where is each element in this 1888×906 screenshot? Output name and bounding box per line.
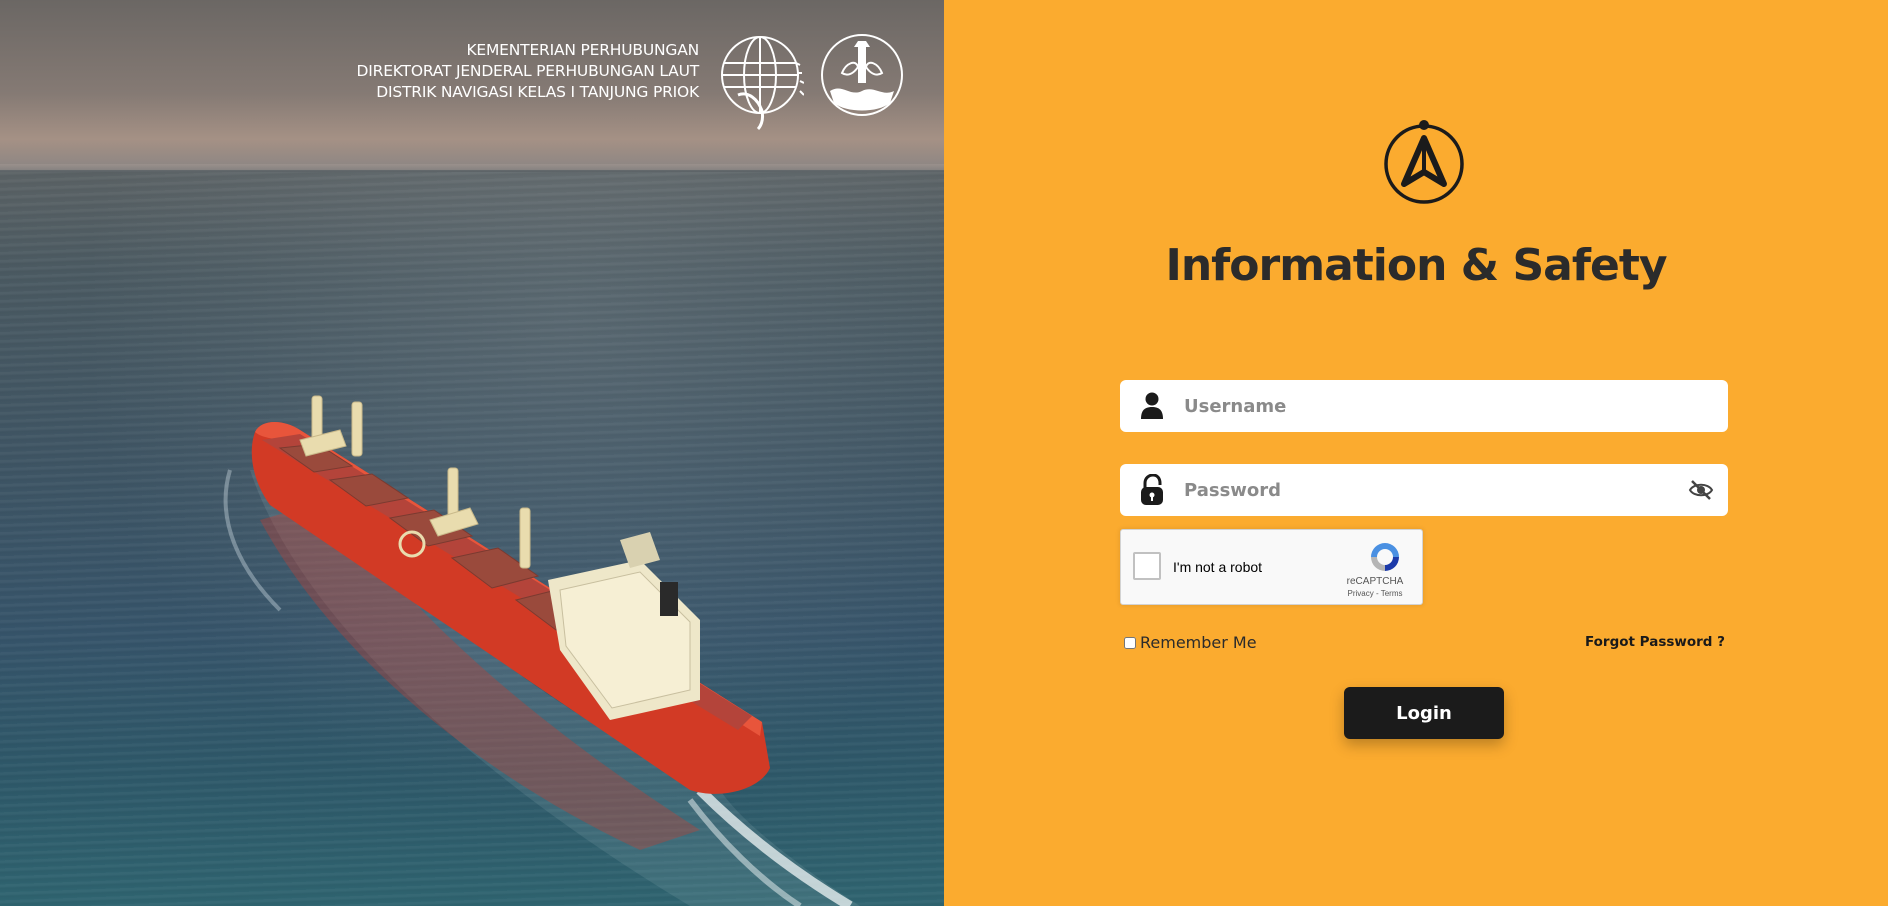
recaptcha-logo-icon	[1371, 543, 1399, 571]
username-field	[1120, 380, 1728, 432]
recaptcha-brand: reCAPTCHA	[1346, 576, 1404, 587]
forgot-password-link[interactable]: Forgot Password ?	[1585, 634, 1725, 650]
hero-photo-panel: KEMENTERIAN PERHUBUNGAN DIREKTORAT JENDE…	[0, 0, 944, 906]
login-button[interactable]: Login	[1344, 687, 1504, 739]
ministry-line-3: DISTRIK NAVIGASI KELAS I TANJUNG PRIOK	[376, 83, 699, 101]
password-input[interactable]	[1184, 464, 1674, 516]
recaptcha-widget: I'm not a robot reCAPTCHA Privacy - Term…	[1120, 529, 1423, 605]
password-field	[1120, 464, 1728, 516]
recaptcha-links[interactable]: Privacy - Terms	[1340, 589, 1410, 598]
recaptcha-label: I'm not a robot	[1173, 559, 1263, 575]
user-icon	[1120, 392, 1184, 420]
remember-me[interactable]: Remember Me	[1124, 633, 1257, 652]
ministry-line-2: DIREKTORAT JENDERAL PERHUBUNGAN LAUT	[356, 62, 700, 80]
ministry-line-1: KEMENTERIAN PERHUBUNGAN	[466, 41, 699, 59]
eye-slash-icon[interactable]	[1674, 479, 1728, 501]
page-title: Information & Safety	[1165, 240, 1667, 291]
login-panel: Information & Safety Username I'm not a …	[944, 0, 1888, 906]
recaptcha-checkbox[interactable]	[1133, 552, 1161, 580]
navigation-lighthouse-emblem-icon	[821, 34, 903, 116]
compass-arrow-logo-icon	[1384, 120, 1464, 204]
remember-me-label: Remember Me	[1140, 633, 1257, 652]
lock-icon	[1120, 474, 1184, 506]
remember-me-checkbox[interactable]	[1124, 636, 1136, 649]
ministry-globe-emblem-icon	[721, 36, 804, 131]
cargo-ship-image	[223, 395, 860, 906]
username-input[interactable]	[1184, 380, 1728, 432]
ministry-title-block: KEMENTERIAN PERHUBUNGAN DIREKTORAT JENDE…	[356, 40, 700, 103]
